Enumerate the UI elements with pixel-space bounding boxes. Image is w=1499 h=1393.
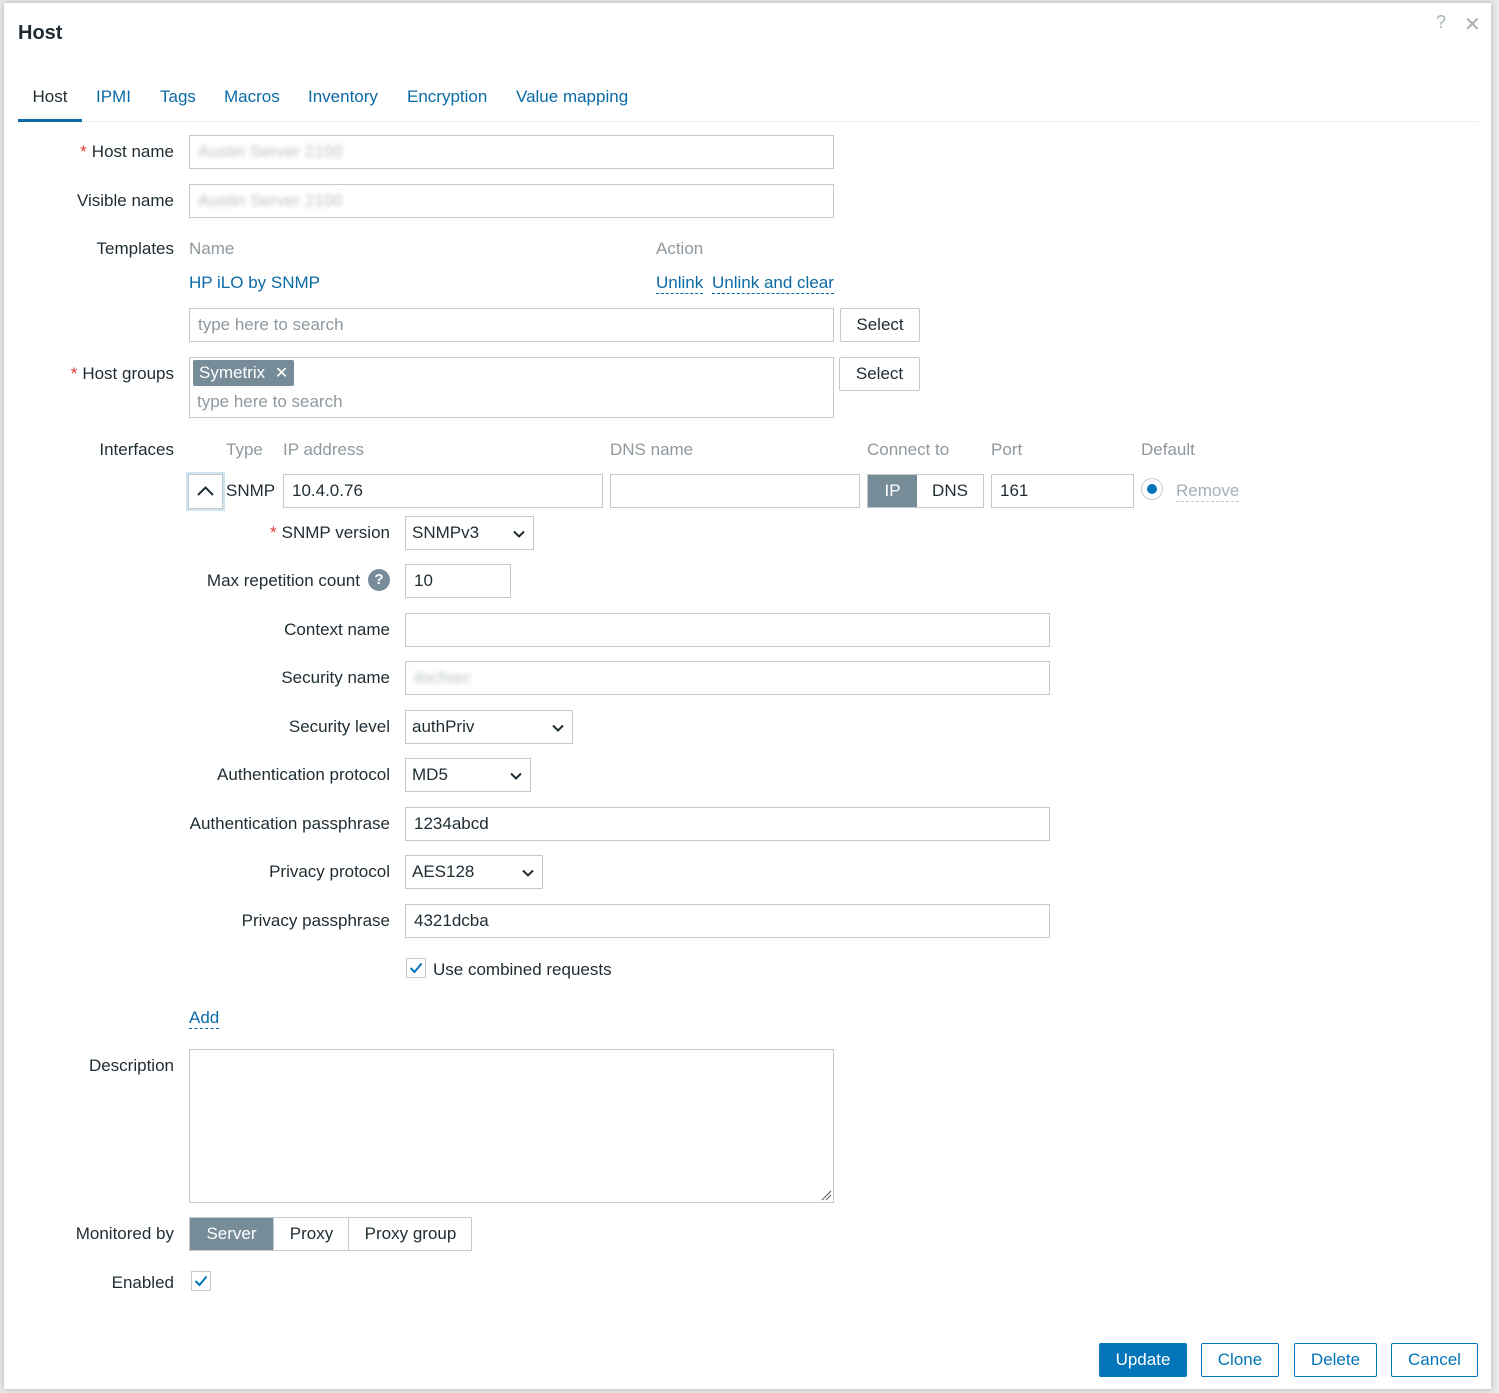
context-name-input[interactable]: [405, 613, 1050, 647]
template-link[interactable]: HP iLO by SNMP: [189, 273, 320, 293]
monitored-by-proxy-group[interactable]: Proxy group: [348, 1218, 472, 1250]
combined-requests-checkbox[interactable]: [406, 958, 426, 978]
delete-button[interactable]: Delete: [1294, 1343, 1377, 1377]
iface-col-default: Default: [1141, 440, 1195, 459]
default-interface-radio[interactable]: [1141, 478, 1163, 500]
auth-passphrase-label: Authentication passphrase: [189, 814, 390, 833]
remove-interface-link[interactable]: Remove: [1176, 481, 1240, 502]
description-label: Description: [88, 1056, 174, 1075]
dialog-title: Host: [18, 22, 63, 44]
iface-col-connect: Connect to: [867, 440, 950, 459]
host-name-label: * Host name: [80, 142, 174, 161]
iface-col-type: Type: [226, 440, 263, 459]
tab-bar: Host IPMI Tags Macros Inventory Encrypti…: [18, 83, 1478, 122]
checkmark-icon: [194, 1275, 208, 1287]
host-groups-label: * Host groups: [70, 364, 174, 383]
iface-ip-input[interactable]: 10.4.0.76: [283, 474, 603, 508]
security-level-label: Security level: [288, 717, 390, 736]
iface-type: SNMP: [226, 481, 276, 500]
host-dialog: Host ? ✕ Host IPMI Tags Macros Inventory…: [4, 3, 1491, 1389]
chevron-up-icon: [197, 486, 214, 496]
host-groups-search-placeholder[interactable]: type here to search: [197, 392, 343, 412]
monitored-by-label: Monitored by: [75, 1224, 174, 1243]
visible-name-label: Visible name: [76, 191, 174, 210]
tab-inventory[interactable]: Inventory: [308, 83, 378, 119]
privacy-passphrase-input[interactable]: 4321dcba: [405, 904, 1050, 938]
snmp-version-label: * SNMP version: [270, 523, 390, 542]
interfaces-label: Interfaces: [99, 440, 174, 459]
context-name-label: Context name: [284, 620, 390, 639]
chevron-down-icon: [522, 869, 534, 877]
templates-col-action: Action: [656, 239, 704, 258]
privacy-protocol-label: Privacy protocol: [269, 862, 390, 881]
unlink-link[interactable]: Unlink: [656, 273, 704, 294]
help-icon[interactable]: ?: [1436, 12, 1446, 33]
auth-protocol-select[interactable]: MD5: [405, 758, 531, 792]
update-button[interactable]: Update: [1099, 1343, 1187, 1377]
connect-dns-option[interactable]: DNS: [917, 475, 983, 507]
monitored-by-server[interactable]: Server: [190, 1218, 273, 1250]
description-textarea[interactable]: [189, 1049, 834, 1203]
monitored-by-toggle: Server Proxy Proxy group: [189, 1217, 472, 1251]
security-name-input[interactable]: ilocfsec: [405, 661, 1050, 695]
auth-protocol-label: Authentication protocol: [217, 765, 390, 784]
iface-col-dns: DNS name: [610, 440, 694, 459]
resize-handle-icon[interactable]: [820, 1189, 832, 1201]
tab-tags[interactable]: Tags: [160, 83, 196, 119]
tab-host[interactable]: Host: [18, 83, 82, 122]
required-marker: *: [80, 142, 87, 161]
host-groups-multiselect[interactable]: Symetrix ✕ type here to search: [189, 357, 834, 418]
host-group-tag: Symetrix ✕: [193, 360, 295, 386]
required-marker: *: [270, 523, 277, 542]
connect-ip-option[interactable]: IP: [868, 475, 917, 507]
privacy-protocol-select[interactable]: AES128: [405, 855, 543, 889]
host-name-input[interactable]: Austin Server 2100: [189, 135, 834, 169]
templates-col-name: Name: [189, 239, 235, 258]
combined-requests-label: Use combined requests: [433, 960, 612, 979]
chevron-down-icon: [552, 724, 564, 732]
checkmark-icon: [409, 962, 423, 974]
tab-ipmi[interactable]: IPMI: [96, 83, 131, 119]
max-repetition-label: Max repetition count: [206, 571, 360, 590]
close-icon[interactable]: ✕: [1464, 12, 1481, 37]
auth-passphrase-input[interactable]: 1234abcd: [405, 807, 1050, 841]
tab-macros[interactable]: Macros: [224, 83, 280, 119]
chevron-down-icon: [510, 772, 522, 780]
iface-port-input[interactable]: 161: [991, 474, 1134, 508]
security-name-label: Security name: [281, 668, 390, 687]
cancel-button[interactable]: Cancel: [1391, 1343, 1478, 1377]
iface-dns-input[interactable]: [610, 474, 860, 508]
unlink-and-clear-link[interactable]: Unlink and clear: [712, 273, 834, 294]
snmp-version-select[interactable]: SNMPv3: [405, 516, 534, 550]
iface-col-port: Port: [991, 440, 1023, 459]
tab-encryption[interactable]: Encryption: [407, 83, 487, 119]
question-mark-icon[interactable]: ?: [368, 569, 390, 591]
templates-label: Templates: [96, 239, 174, 258]
collapse-interface-button[interactable]: [188, 474, 223, 509]
enabled-checkbox[interactable]: [191, 1271, 211, 1291]
enabled-label: Enabled: [111, 1273, 174, 1292]
iface-col-ip: IP address: [283, 440, 364, 459]
add-interface-link[interactable]: Add: [189, 1008, 220, 1029]
templates-select-button[interactable]: Select: [840, 308, 920, 342]
monitored-by-proxy[interactable]: Proxy: [273, 1218, 349, 1250]
templates-search-input[interactable]: type here to search: [189, 308, 834, 342]
remove-tag-icon[interactable]: ✕: [275, 365, 288, 382]
radio-dot: [1147, 484, 1157, 494]
chevron-down-icon: [513, 530, 525, 538]
connect-to-toggle: IP DNS: [867, 474, 984, 508]
privacy-passphrase-label: Privacy passphrase: [241, 911, 390, 930]
required-marker: *: [70, 364, 78, 383]
security-level-select[interactable]: authPriv: [405, 710, 573, 744]
max-repetition-input[interactable]: 10: [405, 564, 511, 598]
host-groups-select-button[interactable]: Select: [839, 357, 920, 391]
clone-button[interactable]: Clone: [1201, 1343, 1279, 1377]
tab-value-mapping[interactable]: Value mapping: [516, 83, 628, 119]
visible-name-input[interactable]: Austin Server 2100: [189, 184, 834, 218]
